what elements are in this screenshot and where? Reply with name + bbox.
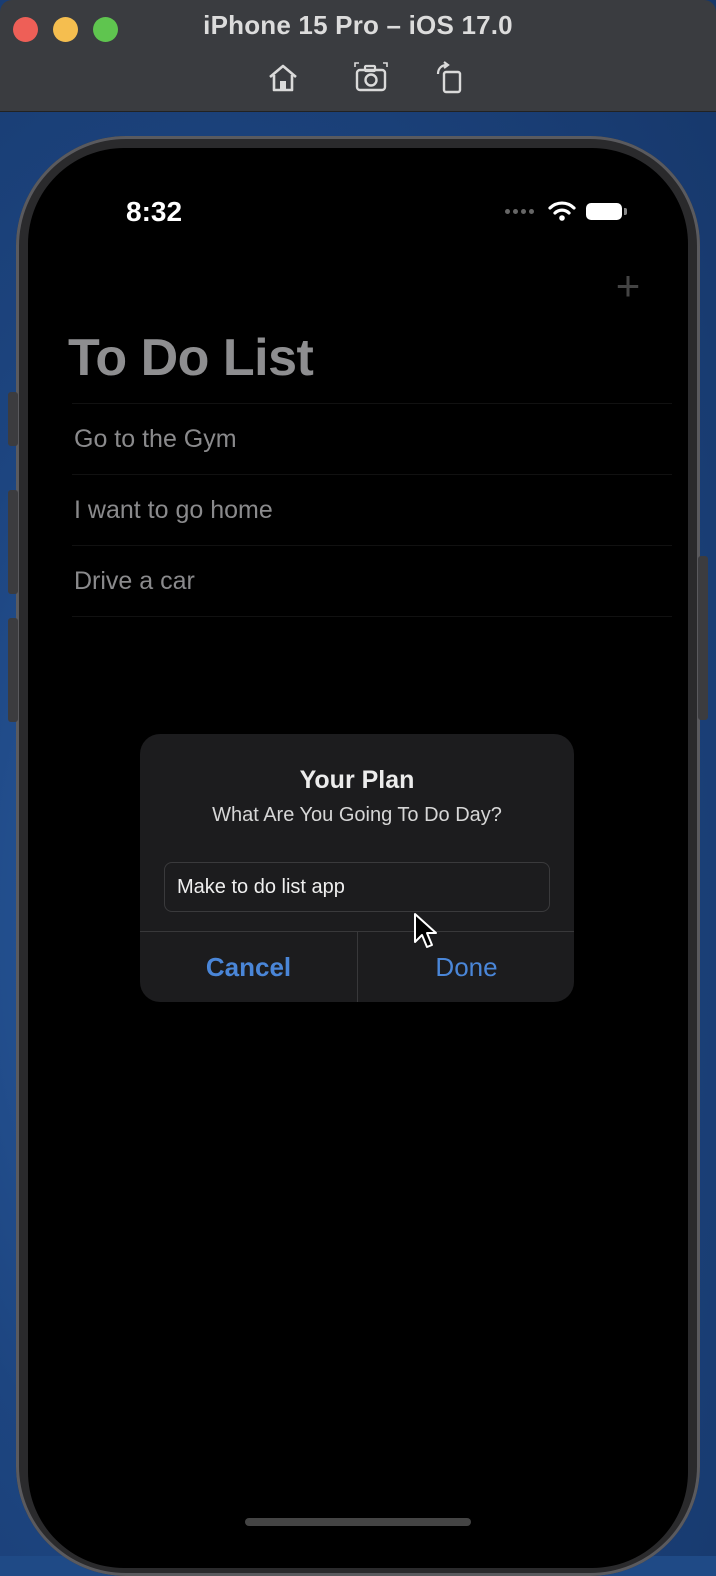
list-item-label: Drive a car <box>74 566 195 595</box>
list-item[interactable]: I want to go home <box>72 474 672 545</box>
simulator-titlebar: iPhone 15 Pro – iOS 17.0 <box>0 0 716 112</box>
phone-screen: 8:32 + To Do List Go to the Gym I want t… <box>28 148 688 1568</box>
rotate-button[interactable] <box>432 60 468 96</box>
home-indicator <box>245 1518 471 1526</box>
done-button[interactable]: Done <box>358 932 574 1002</box>
screenshot-button[interactable] <box>353 60 389 96</box>
simulator-title: iPhone 15 Pro – iOS 17.0 <box>203 10 513 40</box>
plus-icon: + <box>615 262 641 309</box>
screenshot-icon <box>354 62 388 92</box>
todo-list: Go to the Gym I want to go home Drive a … <box>72 403 672 617</box>
add-item-button[interactable]: + <box>608 265 648 307</box>
power-button <box>698 556 708 720</box>
cancel-button[interactable]: Cancel <box>140 932 357 1002</box>
list-item[interactable]: Go to the Gym <box>72 403 672 474</box>
volume-up-button <box>8 490 18 594</box>
alert-title: Your Plan <box>299 766 415 794</box>
volume-down-button <box>8 618 18 722</box>
rotate-icon <box>436 61 462 94</box>
alert-message: What Are You Going To Do Day? <box>212 804 502 826</box>
action-button <box>8 392 18 446</box>
list-item-label: I want to go home <box>74 495 273 524</box>
home-icon <box>269 64 297 92</box>
home-button[interactable] <box>265 60 301 96</box>
list-item-label: Go to the Gym <box>74 424 237 453</box>
mouse-pointer-icon <box>414 913 437 948</box>
list-item[interactable]: Drive a car <box>72 545 672 617</box>
page-title: To Do List <box>68 329 314 387</box>
plan-input[interactable] <box>164 862 550 912</box>
alert-dialog: Your Plan What Are You Going To Do Day? … <box>140 734 574 1002</box>
